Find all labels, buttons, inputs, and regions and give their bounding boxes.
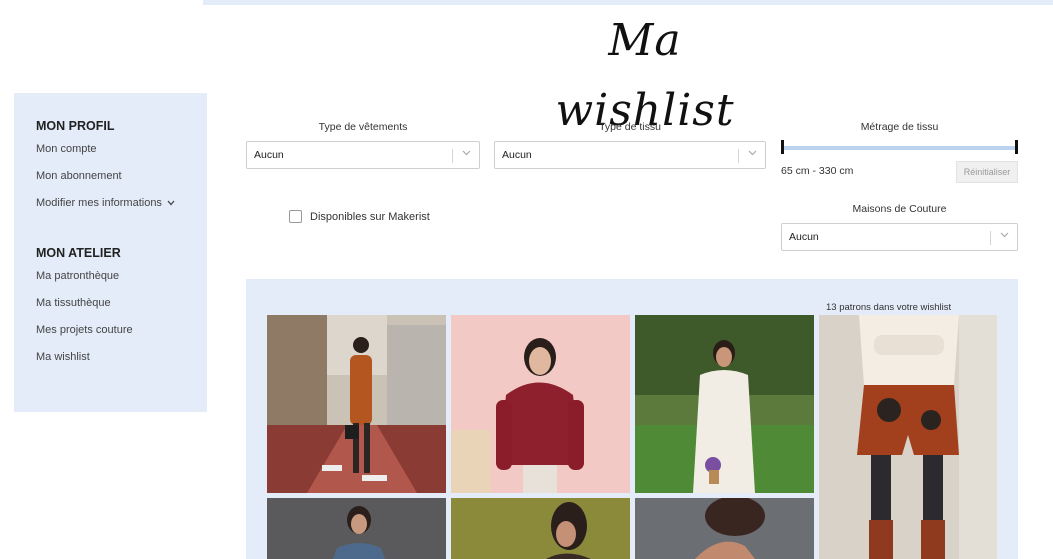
fabric-length-max-handle[interactable] xyxy=(1015,140,1018,154)
sidebar-item-wishlist[interactable]: Ma wishlist xyxy=(36,350,207,377)
sidebar-item-edit-info[interactable]: Modifier mes informations xyxy=(36,196,207,223)
sidebar-item-label: Ma patronthèque xyxy=(36,270,120,282)
top-banner-strip xyxy=(203,0,1053,5)
account-sidebar: MON PROFIL Mon compte Mon abonnement Mod… xyxy=(14,93,207,412)
select-separator xyxy=(738,149,739,163)
makerist-available-label: Disponibles sur Makerist xyxy=(310,210,430,223)
fabric-length-slider-track[interactable] xyxy=(783,146,1016,150)
couture-houses-label: Maisons de Couture xyxy=(852,203,947,215)
sidebar-item-label: Mes projets couture xyxy=(36,324,133,336)
sidebar-item-projects[interactable]: Mes projets couture xyxy=(36,323,207,350)
sidebar-item-label: Modifier mes informations xyxy=(36,197,162,209)
fabric-type-select[interactable]: Aucun xyxy=(494,141,766,169)
sidebar-item-label: Ma wishlist xyxy=(36,351,90,363)
pattern-photo xyxy=(451,498,630,559)
pattern-photo xyxy=(451,315,630,493)
garment-type-value: Aucun xyxy=(254,149,284,161)
couture-houses-select[interactable]: Aucun xyxy=(781,223,1018,251)
pattern-photo xyxy=(819,315,997,559)
sidebar-item-label: Ma tissuthèque xyxy=(36,297,111,309)
garment-type-select[interactable]: Aucun xyxy=(246,141,480,169)
makerist-available-checkbox[interactable] xyxy=(289,210,302,223)
sidebar-item-account[interactable]: Mon compte xyxy=(36,142,207,169)
wishlist-pattern-tile[interactable] xyxy=(635,498,814,559)
reset-button[interactable]: Réinitialiser xyxy=(956,161,1018,183)
wishlist-pattern-tile[interactable] xyxy=(819,315,997,559)
wishlist-pattern-tile[interactable] xyxy=(267,498,446,559)
page-title: Ma wishlist xyxy=(555,15,735,136)
garment-type-label: Type de vêtements xyxy=(318,121,408,133)
fabric-type-label: Type de tissu xyxy=(599,121,661,133)
wishlist-pattern-tile[interactable] xyxy=(451,498,630,559)
wishlist-count: 13 patrons dans votre wishlist xyxy=(826,302,952,313)
sidebar-item-label: Mon abonnement xyxy=(36,170,122,182)
chevron-down-icon xyxy=(167,196,175,210)
select-separator xyxy=(452,149,453,163)
pattern-photo xyxy=(635,498,814,559)
sidebar-item-patterns[interactable]: Ma patronthèque xyxy=(36,269,207,296)
wishlist-pattern-tile[interactable] xyxy=(451,315,630,493)
pattern-photo xyxy=(635,315,814,493)
chevron-down-icon xyxy=(1000,230,1009,241)
fabric-length-min-handle[interactable] xyxy=(781,140,784,154)
select-separator xyxy=(990,231,991,245)
pattern-photo xyxy=(267,498,446,559)
sidebar-item-fabrics[interactable]: Ma tissuthèque xyxy=(36,296,207,323)
sidebar-item-label: Mon compte xyxy=(36,143,97,155)
wishlist-pattern-tile[interactable] xyxy=(267,315,446,493)
sidebar-heading-profile: MON PROFIL xyxy=(36,119,115,133)
pattern-photo xyxy=(267,315,446,493)
fabric-length-label: Métrage de tissu xyxy=(860,121,939,133)
makerist-available-filter[interactable]: Disponibles sur Makerist xyxy=(289,210,430,223)
couture-houses-value: Aucun xyxy=(789,231,819,243)
chevron-down-icon xyxy=(462,148,471,159)
fabric-type-value: Aucun xyxy=(502,149,532,161)
sidebar-item-subscription[interactable]: Mon abonnement xyxy=(36,169,207,196)
chevron-down-icon xyxy=(748,148,757,159)
wishlist-pattern-tile[interactable] xyxy=(635,315,814,493)
sidebar-heading-atelier: MON ATELIER xyxy=(36,246,121,260)
fabric-length-range-text: 65 cm - 330 cm xyxy=(781,165,854,177)
